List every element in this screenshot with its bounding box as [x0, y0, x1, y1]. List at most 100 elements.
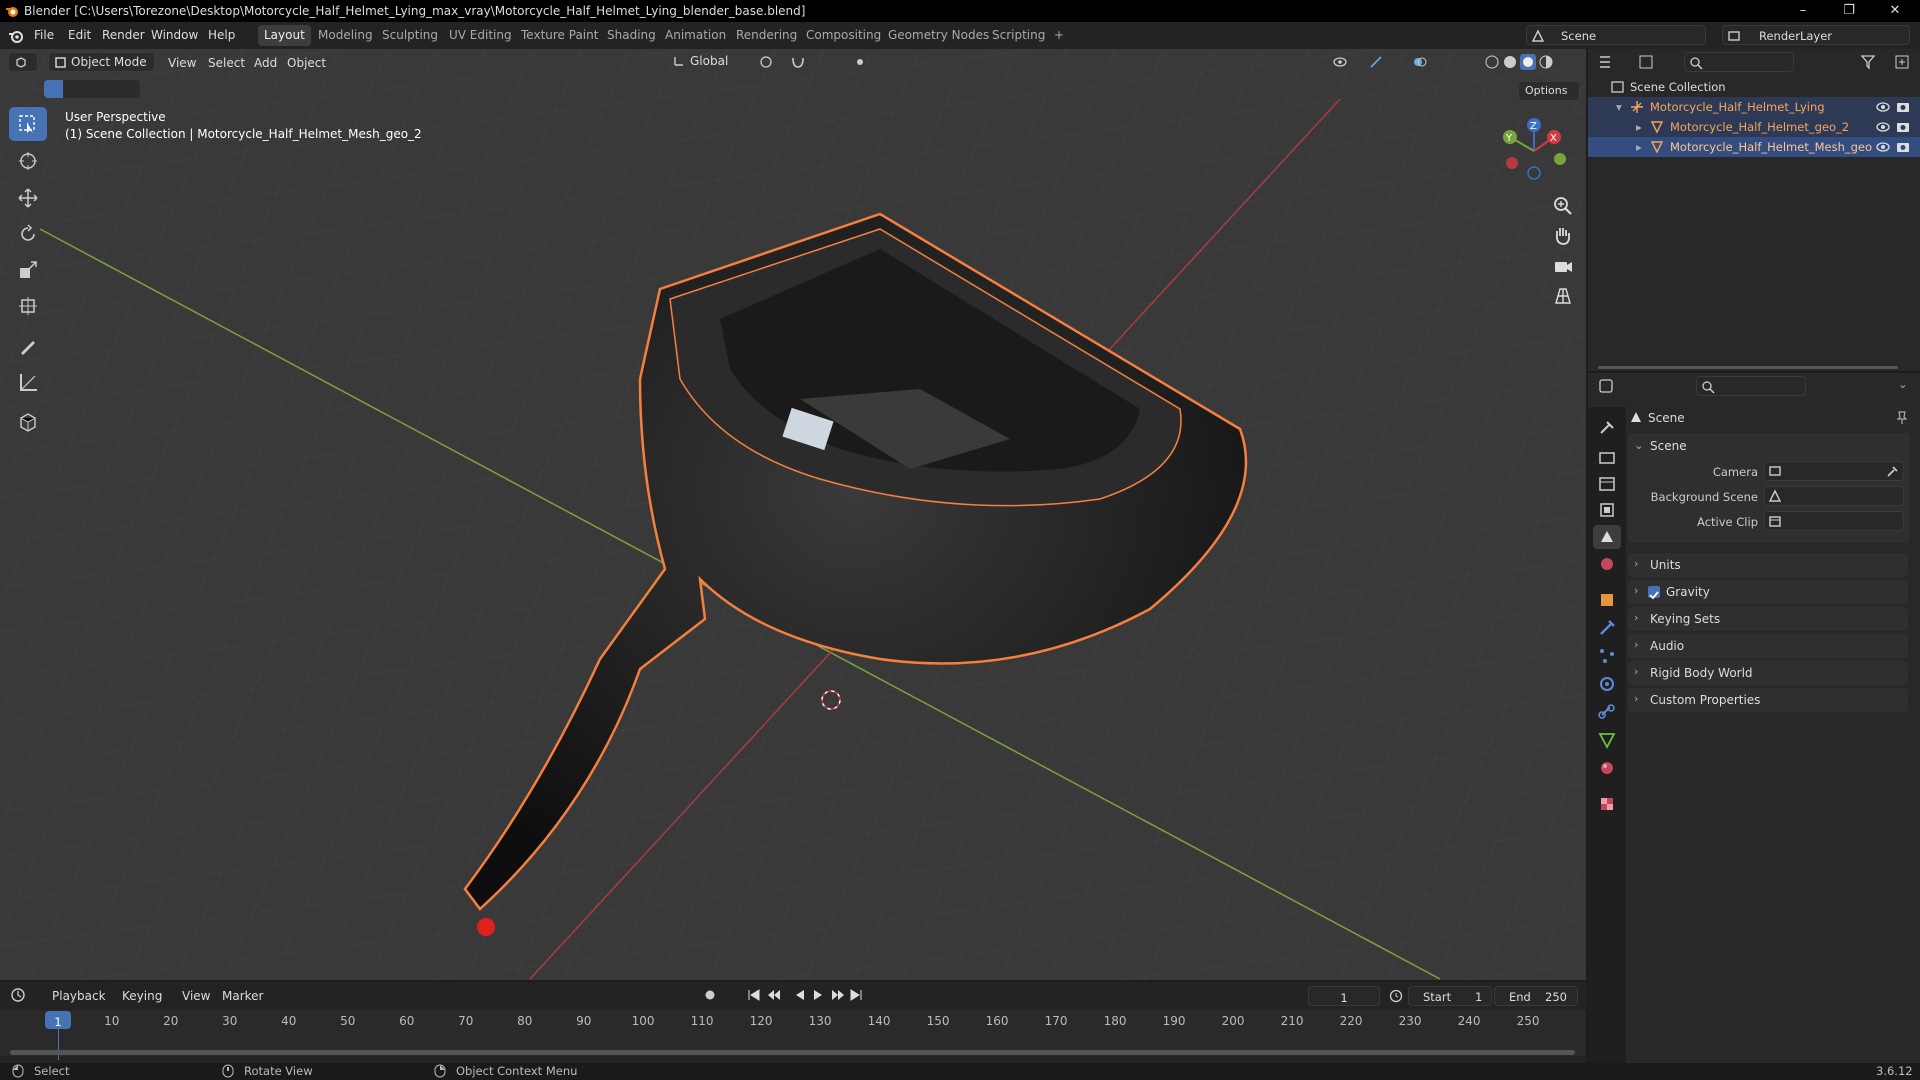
tool-annotate[interactable]: [9, 329, 47, 363]
tool-measure[interactable]: [9, 365, 47, 399]
chevron-down-icon[interactable]: ⌄: [1898, 377, 1908, 391]
play-icon[interactable]: [810, 987, 826, 1003]
particles-tab-icon[interactable]: [1596, 645, 1618, 667]
tool-transform[interactable]: [9, 289, 47, 323]
tab-scripting[interactable]: Scripting: [986, 25, 1051, 46]
units-section[interactable]: › Units: [1628, 553, 1908, 577]
object-mode-dropdown[interactable]: Object Mode: [48, 52, 155, 72]
next-keyframe-icon[interactable]: [830, 987, 846, 1003]
world-tab-icon[interactable]: [1596, 553, 1618, 575]
navigation-gizmo[interactable]: Z Y X: [1498, 115, 1570, 187]
select-extend-button[interactable]: [63, 80, 82, 98]
gravity-checkbox[interactable]: [1648, 586, 1660, 600]
scene-selector[interactable]: Scene: [1526, 25, 1706, 45]
tab-shading[interactable]: Shading: [601, 25, 662, 46]
render-camera-icon[interactable]: [1896, 140, 1910, 154]
shading-solid-icon[interactable]: [1502, 54, 1518, 70]
outliner-search-input[interactable]: [1684, 52, 1794, 72]
add-workspace-button[interactable]: +: [1048, 25, 1070, 46]
texture-tab-icon[interactable]: [1596, 793, 1618, 815]
editor-type-button[interactable]: [8, 52, 38, 72]
record-icon[interactable]: [702, 987, 718, 1003]
constraints-tab-icon[interactable]: [1596, 701, 1618, 723]
output-tab-icon[interactable]: [1596, 473, 1618, 495]
gravity-section[interactable]: › Gravity: [1628, 580, 1908, 604]
select-intersect-button[interactable]: [120, 80, 140, 98]
timeline-menu-keying[interactable]: Keying: [122, 989, 162, 1003]
playhead-frame-badge[interactable]: 1: [45, 1011, 71, 1029]
outliner-row-helmet-geo-2[interactable]: ▸ Motorcycle_Half_Helmet_geo_2: [1588, 117, 1920, 137]
zoom-icon[interactable]: [1552, 195, 1574, 217]
pan-hand-icon[interactable]: [1552, 225, 1574, 247]
material-tab-icon[interactable]: [1596, 757, 1618, 779]
expand-arrow-icon[interactable]: ▸: [1636, 120, 1642, 134]
tool-tab-icon[interactable]: [1596, 417, 1618, 439]
expand-arrow-icon[interactable]: ▸: [1636, 140, 1642, 154]
menu-render[interactable]: Render: [102, 28, 145, 42]
tab-modeling[interactable]: Modeling: [312, 25, 379, 46]
view-layer-tab-icon[interactable]: [1596, 499, 1618, 521]
new-collection-icon[interactable]: [1894, 53, 1912, 71]
tool-add-cube[interactable]: [9, 405, 47, 439]
data-tab-icon[interactable]: [1596, 729, 1618, 751]
eye-icon[interactable]: [1876, 140, 1890, 154]
scene-tab-active[interactable]: [1593, 525, 1621, 549]
transform-orientation-dropdown[interactable]: Global: [668, 52, 746, 72]
viewport-menu-view[interactable]: View: [168, 56, 196, 70]
viewport-menu-object[interactable]: Object: [287, 56, 326, 70]
viewport-menu-select[interactable]: Select: [208, 56, 245, 70]
render-tab-icon[interactable]: [1596, 447, 1618, 469]
maximize-button[interactable]: ❐: [1826, 0, 1872, 22]
tab-sculpting[interactable]: Sculpting: [376, 25, 444, 46]
camera-view-icon[interactable]: [1552, 255, 1574, 277]
blender-menu-icon[interactable]: [8, 28, 24, 44]
end-frame-field[interactable]: End 250: [1494, 986, 1578, 1006]
menu-help[interactable]: Help: [208, 28, 235, 42]
tab-compositing[interactable]: Compositing: [800, 25, 887, 46]
tool-scale[interactable]: [9, 253, 47, 287]
eye-icon[interactable]: [1876, 120, 1890, 134]
properties-editor-type-icon[interactable]: [1598, 378, 1626, 394]
play-reverse-icon[interactable]: [792, 987, 808, 1003]
overlay-toggle-icon[interactable]: [1412, 54, 1428, 70]
display-mode-icon[interactable]: [1638, 54, 1662, 70]
keying-sets-section[interactable]: › Keying Sets: [1628, 607, 1908, 631]
shading-material-icon[interactable]: [1520, 54, 1536, 70]
eyedropper-icon[interactable]: [1885, 464, 1899, 478]
perspective-toggle-icon[interactable]: [1552, 285, 1574, 307]
shading-rendered-icon[interactable]: [1538, 54, 1554, 70]
menu-file[interactable]: File: [34, 28, 54, 42]
tab-animation[interactable]: Animation: [659, 25, 732, 46]
render-camera-icon[interactable]: [1896, 120, 1910, 134]
minimize-button[interactable]: –: [1780, 0, 1826, 22]
tab-uv-editing[interactable]: UV Editing: [443, 25, 518, 46]
properties-search-input[interactable]: [1696, 376, 1806, 396]
close-button[interactable]: ✕: [1872, 0, 1918, 22]
camera-field[interactable]: [1764, 461, 1904, 481]
gizmo-toggle-icon[interactable]: [1368, 54, 1384, 70]
pivot-icon[interactable]: [758, 54, 774, 70]
tool-select-box[interactable]: [9, 107, 47, 141]
object-tab-icon[interactable]: [1596, 589, 1618, 611]
tool-cursor[interactable]: [9, 144, 47, 178]
tab-layout[interactable]: Layout: [258, 25, 311, 46]
audio-section[interactable]: › Audio: [1628, 634, 1908, 658]
tab-rendering[interactable]: Rendering: [730, 25, 803, 46]
expand-arrow-icon[interactable]: ▾: [1616, 100, 1622, 114]
preview-range-icon[interactable]: [1388, 988, 1404, 1004]
tool-move[interactable]: [9, 181, 47, 215]
current-frame-field[interactable]: 1: [1308, 986, 1380, 1006]
options-dropdown[interactable]: Options: [1518, 81, 1580, 101]
outliner-editor-type-icon[interactable]: [1598, 54, 1626, 70]
proportional-edit-icon[interactable]: [852, 54, 868, 70]
tab-texture-paint[interactable]: Texture Paint: [515, 25, 604, 46]
custom-properties-section[interactable]: › Custom Properties: [1628, 688, 1908, 712]
eye-icon[interactable]: [1876, 100, 1890, 114]
menu-window[interactable]: Window: [151, 28, 198, 42]
timeline-menu-playback[interactable]: Playback: [52, 989, 106, 1003]
outliner-row-helmet-lying[interactable]: ▾ Motorcycle_Half_Helmet_Lying: [1588, 97, 1920, 117]
select-subtract-button[interactable]: [82, 80, 101, 98]
tab-geometry-nodes[interactable]: Geometry Nodes: [882, 25, 995, 46]
snap-icon[interactable]: [790, 54, 806, 70]
filter-icon[interactable]: [1860, 54, 1882, 70]
